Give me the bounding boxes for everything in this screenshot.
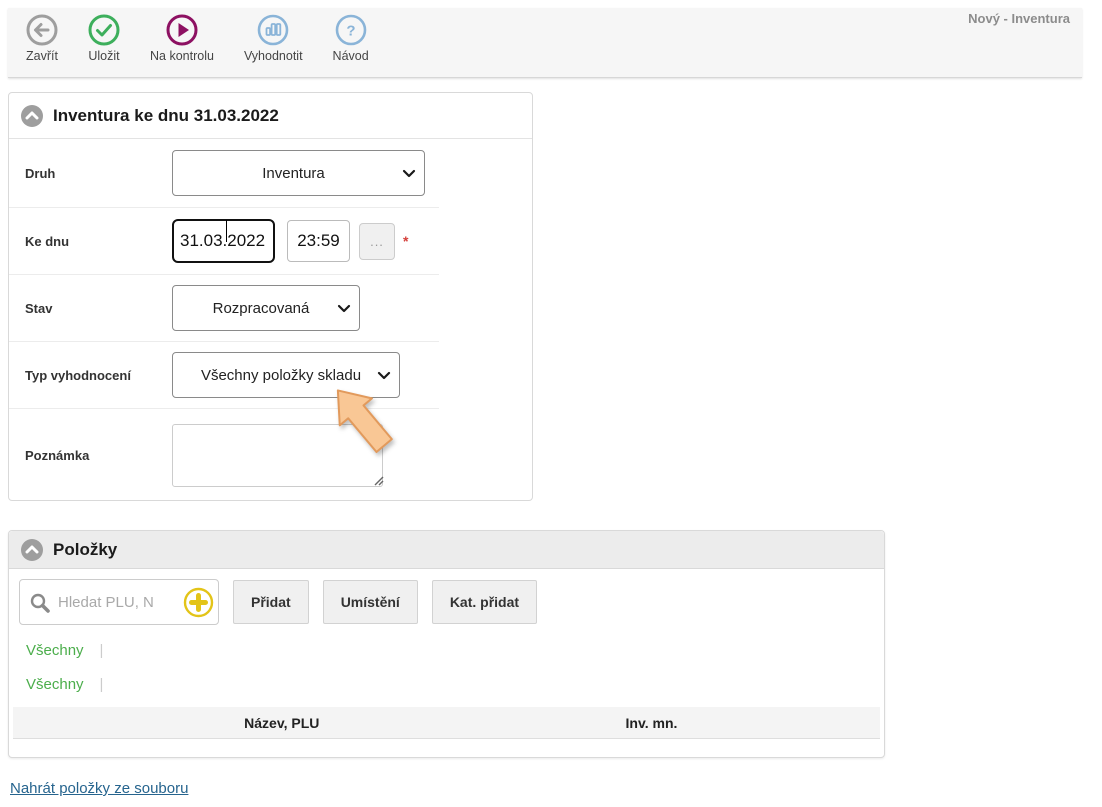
items-table-header: Název, PLU Inv. mn.: [13, 707, 880, 739]
druh-select[interactable]: Inventura: [172, 150, 425, 196]
chevron-down-icon: [402, 169, 416, 178]
toolbar-button-check[interactable]: Na kontrolu: [150, 14, 214, 63]
play-icon: [166, 14, 198, 46]
stav-select[interactable]: Rozpracovaná: [172, 285, 360, 331]
date-input[interactable]: [172, 219, 275, 263]
upload-items-link[interactable]: Nahrát položky ze souboru: [10, 780, 188, 797]
form-row-poznamka: Poznámka: [9, 409, 439, 502]
typ-vyhodnoceni-select[interactable]: Všechny položky skladu: [172, 352, 400, 398]
time-input[interactable]: [287, 220, 350, 262]
inventory-form: Druh Inventura Ke dnu ... * Stav Rozprac…: [9, 139, 532, 502]
search-box: [19, 579, 219, 625]
toolbar-button-guide[interactable]: ? Návod: [333, 14, 369, 63]
stav-select-value: Rozpracovaná: [205, 300, 328, 317]
inventory-panel-title: Inventura ke dnu 31.03.2022: [53, 106, 279, 126]
toolbar-button-close[interactable]: Zavřít: [26, 14, 58, 63]
question-icon: ?: [335, 14, 367, 46]
filter-separator: |: [100, 676, 104, 693]
filter-all-link-1[interactable]: Všechny: [26, 642, 84, 659]
typ-select-value: Všechny položky skladu: [193, 367, 379, 384]
druh-select-value: Inventura: [254, 165, 343, 182]
svg-text:?: ?: [346, 23, 355, 40]
collapse-up-icon[interactable]: [21, 539, 43, 561]
form-row-typ: Typ vyhodnocení Všechny položky skladu: [9, 342, 439, 409]
text-caret: [226, 220, 227, 242]
page-context-label: Nový - Inventura: [968, 11, 1070, 26]
typ-label: Typ vyhodnocení: [25, 368, 172, 383]
toolbar-button-evaluate[interactable]: Vyhodnotit: [244, 14, 303, 63]
filter-row-1: Všechny |: [26, 642, 884, 659]
toolbar: Zavřít Uložit Na kontrolu: [8, 8, 1082, 78]
back-arrow-icon: [26, 14, 58, 46]
form-row-ke-dnu: Ke dnu ... *: [9, 208, 439, 275]
search-icon: [29, 592, 51, 619]
poznamka-label: Poznámka: [25, 448, 172, 463]
filter-row-2: Všechny |: [26, 676, 884, 693]
toolbar-button-save[interactable]: Uložit: [88, 14, 120, 63]
toolbar-label-guide: Návod: [333, 49, 369, 63]
toolbar-label-check: Na kontrolu: [150, 49, 214, 63]
required-asterisk: *: [403, 233, 408, 249]
plus-icon: [183, 587, 214, 618]
toolbar-label-save: Uložit: [88, 49, 119, 63]
items-panel: Položky Přidat: [8, 530, 885, 758]
page: Zavřít Uložit Na kontrolu: [0, 0, 1102, 807]
filter-separator: |: [100, 642, 104, 659]
filter-all-link-2[interactable]: Všechny: [26, 676, 84, 693]
date-picker-button[interactable]: ...: [359, 223, 395, 260]
poznamka-textarea[interactable]: [172, 424, 383, 487]
chevron-down-icon: [337, 304, 351, 313]
stav-label: Stav: [25, 301, 172, 316]
toolbar-label-evaluate: Vyhodnotit: [244, 49, 303, 63]
druh-label: Druh: [25, 166, 172, 181]
location-button[interactable]: Umístění: [323, 580, 418, 624]
collapse-up-icon[interactable]: [21, 105, 43, 127]
inventory-panel: Inventura ke dnu 31.03.2022 Druh Inventu…: [8, 92, 533, 501]
form-row-stav: Stav Rozpracovaná: [9, 275, 439, 342]
column-header-inv-qty: Inv. mn.: [551, 715, 880, 731]
check-icon: [88, 14, 120, 46]
bar-chart-icon: [257, 14, 289, 46]
ke-dnu-label: Ke dnu: [25, 234, 172, 249]
category-add-button[interactable]: Kat. přidat: [432, 580, 537, 624]
column-header-name-plu: Název, PLU: [13, 715, 551, 731]
items-panel-header[interactable]: Položky: [9, 531, 884, 569]
items-panel-title: Položky: [53, 540, 117, 560]
form-row-druh: Druh Inventura: [9, 139, 439, 208]
items-toolbar: Přidat Umístění Kat. přidat: [19, 579, 884, 625]
add-button[interactable]: Přidat: [233, 580, 309, 624]
inventory-panel-header[interactable]: Inventura ke dnu 31.03.2022: [9, 93, 532, 139]
add-search-item-button[interactable]: [183, 587, 214, 618]
toolbar-label-close: Zavřít: [26, 49, 58, 63]
chevron-down-icon: [377, 371, 391, 380]
